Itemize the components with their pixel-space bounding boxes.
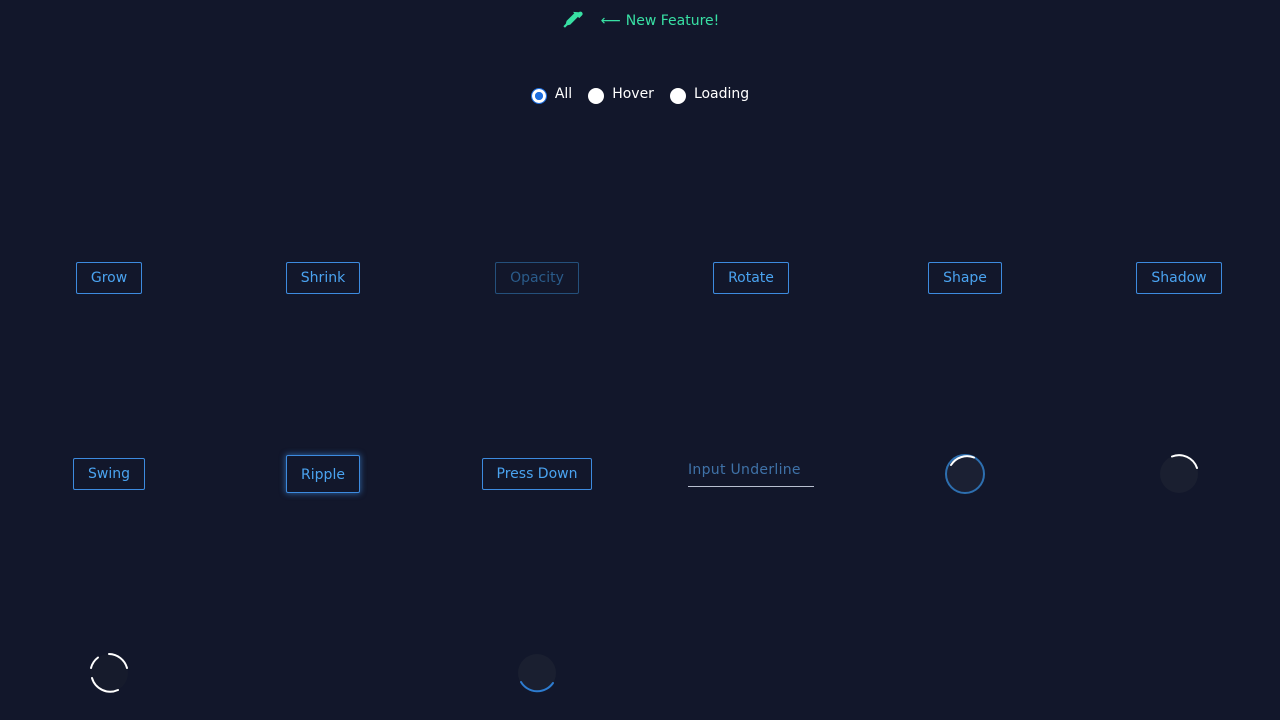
opacity-cell: Opacity — [430, 248, 644, 308]
loading-spinner-icon — [1160, 454, 1198, 493]
loading-spinner-icon — [945, 454, 985, 494]
filter-loading-label: Loading — [693, 86, 750, 102]
loading-spinner-icon — [90, 653, 128, 693]
spinner-cell-2 — [1072, 444, 1280, 504]
rotate-button[interactable]: Rotate — [713, 262, 789, 294]
radio-checked-icon[interactable] — [530, 88, 547, 104]
press-down-button[interactable]: Press Down — [481, 458, 593, 490]
spinner-cell-1 — [858, 444, 1072, 504]
arrow-left-icon: ⟵ — [600, 13, 621, 29]
filter-hover-label: Hover — [612, 86, 654, 102]
rotate-cell: Rotate — [644, 248, 858, 308]
filter-radio-all[interactable]: All — [530, 86, 573, 104]
input-underline-cell — [644, 442, 858, 502]
grow-button[interactable]: Grow — [75, 262, 143, 294]
opacity-button[interactable]: Opacity — [495, 262, 579, 294]
ripple-cell: Ripple — [216, 444, 430, 504]
shape-cell: Shape — [858, 248, 1072, 308]
spinner-cell-3 — [2, 643, 216, 703]
shadow-button[interactable]: Shadow — [1136, 262, 1222, 294]
new-feature-link[interactable]: ⟵ New Feature! — [601, 13, 720, 29]
radio-unchecked-icon[interactable] — [669, 88, 686, 104]
color-picker-icon[interactable] — [561, 10, 583, 32]
radio-unchecked-icon[interactable] — [588, 88, 605, 104]
new-feature-label: New Feature! — [625, 13, 720, 29]
spinner-cell-4 — [430, 643, 644, 703]
grow-cell: Grow — [2, 248, 216, 308]
filter-radio-loading[interactable]: Loading — [669, 86, 750, 104]
swing-button[interactable]: Swing — [73, 458, 145, 490]
loading-spinner-icon — [518, 654, 556, 693]
shape-button[interactable]: Shape — [928, 262, 1002, 294]
filter-radio-hover[interactable]: Hover — [588, 86, 654, 104]
shadow-cell: Shadow — [1072, 248, 1280, 308]
shrink-cell: Shrink — [216, 248, 430, 308]
swing-cell: Swing — [2, 444, 216, 504]
input-underline-field[interactable] — [688, 457, 814, 487]
filter-all-label: All — [554, 86, 573, 102]
press-down-cell: Press Down — [430, 444, 644, 504]
shrink-button[interactable]: Shrink — [285, 262, 361, 294]
top-bar: ⟵ New Feature! — [0, 10, 1280, 32]
filter-radio-group: All Hover Loading — [0, 82, 1280, 106]
ripple-button[interactable]: Ripple — [286, 455, 360, 493]
